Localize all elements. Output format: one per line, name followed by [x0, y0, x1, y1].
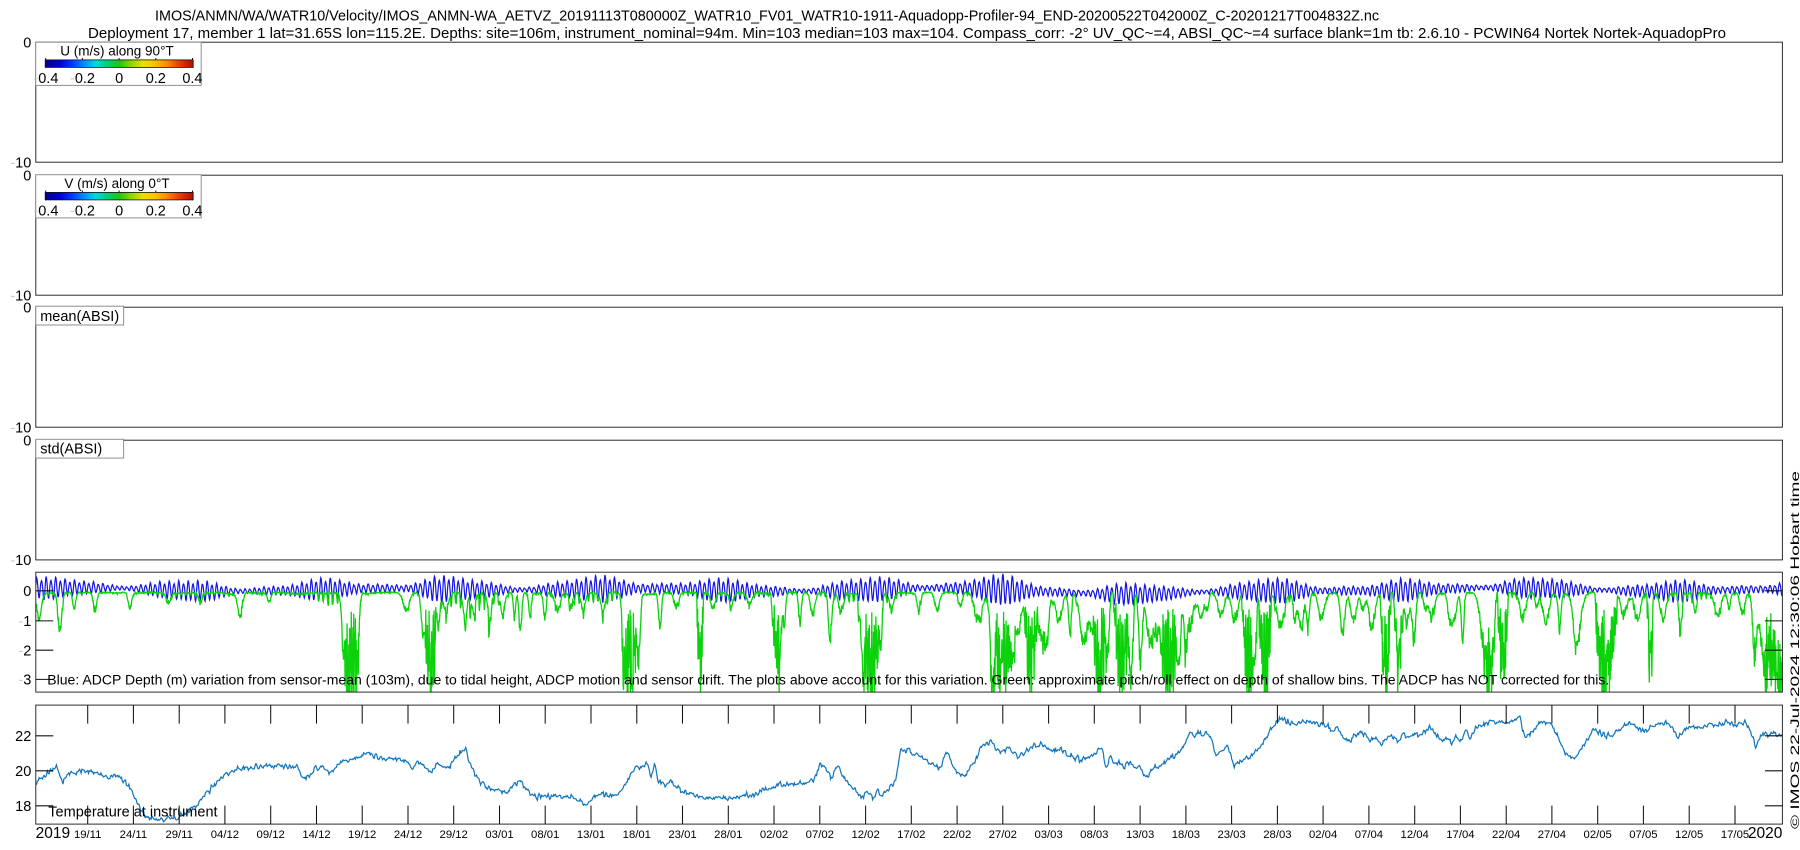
svg-text:19/11: 19/11: [74, 829, 101, 841]
svg-text:0.2: 0.2: [146, 204, 166, 220]
svg-text:22: 22: [15, 729, 31, 745]
svg-text:-0.4: -0.4: [33, 204, 58, 220]
svg-text:19/12: 19/12: [348, 829, 376, 841]
svg-text:17/05: 17/05: [1721, 829, 1749, 841]
svg-text:0: 0: [23, 300, 31, 316]
svg-text:02/04: 02/04: [1309, 829, 1337, 841]
svg-text:07/02: 07/02: [806, 829, 834, 841]
svg-text:14/12: 14/12: [302, 829, 330, 841]
svg-text:0.4: 0.4: [182, 204, 202, 220]
svg-text:23/03: 23/03: [1217, 829, 1245, 841]
svg-text:22/02: 22/02: [943, 829, 971, 841]
svg-text:0.2: 0.2: [146, 71, 166, 87]
svg-text:29/11: 29/11: [165, 829, 192, 841]
svg-text:28/01: 28/01: [714, 829, 742, 841]
svg-text:0: 0: [23, 584, 31, 600]
svg-text:03/01: 03/01: [485, 829, 513, 841]
svg-text:27/04: 27/04: [1538, 829, 1566, 841]
svg-text:V (m/s) along 0°T: V (m/s) along 0°T: [64, 176, 169, 191]
svg-text:12/02: 12/02: [851, 829, 879, 841]
svg-text:0.4: 0.4: [182, 71, 202, 87]
svg-text:-10: -10: [10, 553, 31, 569]
svg-text:27/02: 27/02: [989, 829, 1017, 841]
svg-text:18: 18: [15, 799, 31, 815]
svg-text:18/03: 18/03: [1172, 829, 1200, 841]
svg-text:24/11: 24/11: [120, 829, 147, 841]
svg-text:23/01: 23/01: [668, 829, 696, 841]
svg-text:Temperature at instrument: Temperature at instrument: [48, 805, 217, 821]
svg-text:0: 0: [23, 433, 31, 449]
svg-text:17/02: 17/02: [897, 829, 925, 841]
svg-text:std(ABSI): std(ABSI): [40, 441, 102, 457]
svg-text:2020: 2020: [1748, 825, 1783, 842]
svg-text:© IMOS 22-Jul-2024 12:30:06 Ho: © IMOS 22-Jul-2024 12:30:06 Hobart time: [1788, 470, 1800, 829]
svg-text:-0.4: -0.4: [33, 71, 58, 87]
svg-text:Deployment 17, member 1 lat=31: Deployment 17, member 1 lat=31.65S lon=1…: [88, 26, 1726, 42]
svg-text:0: 0: [115, 71, 123, 87]
svg-text:07/05: 07/05: [1629, 829, 1657, 841]
svg-text:U (m/s) along 90°T: U (m/s) along 90°T: [60, 44, 173, 59]
svg-text:-1: -1: [18, 614, 31, 630]
svg-text:IMOS/ANMN/WA/WATR10/Velocity/I: IMOS/ANMN/WA/WATR10/Velocity/IMOS_ANMN-W…: [155, 9, 1379, 25]
svg-text:04/12: 04/12: [211, 829, 239, 841]
svg-text:08/03: 08/03: [1080, 829, 1108, 841]
svg-text:28/03: 28/03: [1263, 829, 1291, 841]
svg-text:-2: -2: [18, 643, 31, 659]
svg-text:02/05: 02/05: [1584, 829, 1612, 841]
svg-text:20: 20: [15, 764, 31, 780]
svg-text:13/03: 13/03: [1126, 829, 1154, 841]
svg-text:09/12: 09/12: [257, 829, 285, 841]
svg-text:29/12: 29/12: [440, 829, 468, 841]
svg-text:03/03: 03/03: [1034, 829, 1062, 841]
svg-text:24/12: 24/12: [394, 829, 422, 841]
svg-text:mean(ABSI): mean(ABSI): [40, 309, 119, 325]
svg-text:07/04: 07/04: [1355, 829, 1383, 841]
svg-text:13/01: 13/01: [577, 829, 605, 841]
svg-text:-3: -3: [18, 673, 31, 689]
svg-text:-0.2: -0.2: [70, 204, 95, 220]
svg-text:12/04: 12/04: [1401, 829, 1429, 841]
svg-text:12/05: 12/05: [1675, 829, 1703, 841]
svg-text:0: 0: [115, 204, 123, 220]
svg-text:0: 0: [23, 168, 31, 184]
svg-text:2019: 2019: [36, 825, 70, 842]
svg-text:02/02: 02/02: [760, 829, 788, 841]
svg-text:-0.2: -0.2: [70, 71, 95, 87]
svg-text:Blue: ADCP Depth (m) variation: Blue: ADCP Depth (m) variation from sens…: [47, 673, 1609, 688]
svg-text:17/04: 17/04: [1446, 829, 1474, 841]
svg-text:22/04: 22/04: [1492, 829, 1520, 841]
svg-text:0: 0: [23, 35, 31, 51]
svg-text:08/01: 08/01: [531, 829, 559, 841]
svg-text:18/01: 18/01: [623, 829, 651, 841]
